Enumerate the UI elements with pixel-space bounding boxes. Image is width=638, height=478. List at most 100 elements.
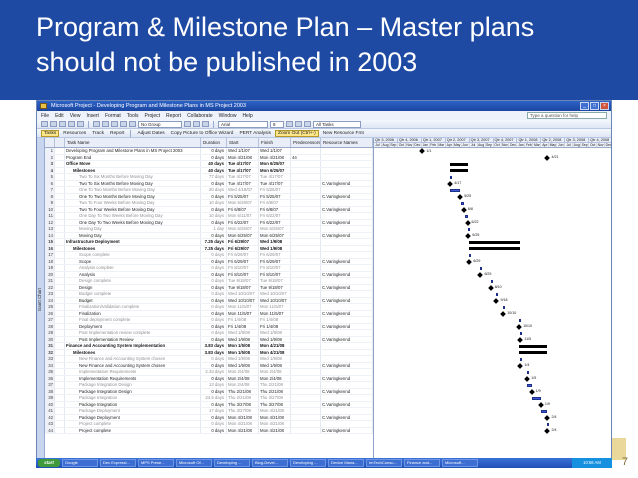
task-start[interactable]: Thu 3/27/08 — [227, 408, 259, 414]
task-name[interactable]: Milestones — [65, 349, 201, 355]
gantt-milestone-marker[interactable] — [544, 154, 551, 161]
task-resources[interactable]: C.Varingkennd — [321, 388, 373, 394]
task-start[interactable]: Mon 2/4/08 — [227, 375, 259, 381]
task-start[interactable]: Thu 2/21/08 — [227, 395, 259, 401]
gantt-task-bar[interactable] — [490, 279, 493, 283]
task-predecessors[interactable] — [291, 388, 321, 394]
taskbar-task-button[interactable]: Microsoft Of... — [176, 459, 212, 467]
task-duration[interactable]: 2.33 days — [201, 369, 227, 375]
task-name[interactable]: Finalization/Validation complete — [65, 304, 201, 310]
task-indicator[interactable] — [55, 408, 65, 414]
task-resources[interactable] — [321, 239, 373, 245]
task-finish[interactable]: Fri 6/8/07 — [259, 200, 291, 206]
task-resources[interactable] — [321, 167, 373, 173]
task-finish[interactable]: Mon 6/25/07 — [259, 167, 291, 173]
task-id[interactable]: 1 — [45, 148, 55, 154]
task-name[interactable]: Final deployment complete — [65, 317, 201, 323]
task-resources[interactable] — [321, 252, 373, 258]
task-name[interactable]: Package Deployment — [65, 408, 201, 414]
task-id[interactable]: 19 — [45, 265, 55, 271]
task-duration[interactable]: 0 days — [201, 317, 227, 323]
task-id[interactable]: 35 — [45, 369, 55, 375]
task-id[interactable]: 26 — [45, 310, 55, 316]
gantt-summary-bar[interactable] — [519, 351, 548, 354]
task-indicator[interactable] — [55, 219, 65, 225]
task-duration[interactable]: 0 days — [201, 362, 227, 368]
task-indicator[interactable] — [55, 343, 65, 349]
menu-project[interactable]: Project — [144, 113, 160, 119]
preview-icon[interactable] — [77, 121, 84, 127]
task-predecessors[interactable] — [291, 382, 321, 388]
task-start[interactable]: Fri 6/29/07 — [227, 258, 259, 264]
task-id[interactable]: 37 — [45, 382, 55, 388]
task-duration[interactable]: 0 days — [201, 154, 227, 160]
task-duration[interactable]: 0 days — [201, 388, 227, 394]
task-duration[interactable]: 0 days — [201, 375, 227, 381]
task-resources[interactable] — [321, 200, 373, 206]
gantt-milestone-marker[interactable] — [487, 284, 494, 291]
task-id[interactable]: 18 — [45, 258, 55, 264]
task-start[interactable]: Thu 3/27/08 — [227, 401, 259, 407]
task-start[interactable]: Mon 1/5/08 — [227, 349, 259, 355]
menu-insert[interactable]: Insert — [86, 113, 99, 119]
task-finish[interactable]: Tue 9/18/07 — [259, 278, 291, 284]
task-id[interactable]: 30 — [45, 336, 55, 342]
task-name[interactable]: Two To Six Months Before Moving Day — [65, 174, 201, 180]
gantt-milestone-marker[interactable] — [493, 297, 500, 304]
task-indicator[interactable] — [55, 317, 65, 323]
task-indicator[interactable] — [55, 252, 65, 258]
task-predecessors[interactable] — [291, 252, 321, 258]
task-start[interactable]: Tue 9/18/07 — [227, 284, 259, 290]
task-resources[interactable] — [321, 278, 373, 284]
task-resources[interactable]: C.Varingkennd — [321, 427, 373, 433]
menu-window[interactable]: Window — [219, 113, 237, 119]
task-indicator[interactable] — [55, 414, 65, 420]
task-resources[interactable] — [321, 356, 373, 362]
task-name[interactable]: Scope complete — [65, 252, 201, 258]
task-predecessors[interactable] — [291, 414, 321, 420]
task-duration[interactable]: 0 days — [201, 330, 227, 336]
gantt-task-bar[interactable] — [519, 318, 522, 322]
italic-icon[interactable] — [295, 121, 302, 127]
link-icon[interactable] — [129, 121, 136, 127]
menu-report[interactable]: Report — [166, 113, 181, 119]
taskbar-task-button[interactable]: Blog-Devel... — [252, 459, 288, 467]
taskbar-task-button[interactable]: Finance and... — [404, 459, 440, 467]
gantt-summary-bar[interactable] — [519, 344, 548, 348]
task-start[interactable]: Tue 4/17/07 — [227, 180, 259, 186]
task-finish[interactable]: Mon 6/25/07 — [259, 232, 291, 238]
task-name[interactable]: Scope — [65, 258, 201, 264]
task-start[interactable]: Fri 1/4/08 — [227, 317, 259, 323]
task-finish[interactable]: Wed 1/9/08 — [259, 336, 291, 342]
task-start[interactable]: Wed 10/10/07 — [227, 291, 259, 297]
gantt-milestone-marker[interactable] — [517, 362, 524, 369]
task-resources[interactable]: C.Varingkennd — [321, 310, 373, 316]
task-id[interactable]: 28 — [45, 323, 55, 329]
gantt-milestone-marker[interactable] — [466, 258, 473, 265]
task-resources[interactable] — [321, 291, 373, 297]
task-duration[interactable]: 0 days — [201, 180, 227, 186]
task-predecessors[interactable] — [291, 349, 321, 355]
task-start[interactable]: Mon 4/21/08 — [227, 414, 259, 420]
goto-task-icon[interactable] — [202, 121, 209, 127]
task-predecessors[interactable] — [291, 239, 321, 245]
task-finish[interactable]: Wed 1/9/08 — [259, 362, 291, 368]
menu-help[interactable]: Help — [242, 113, 252, 119]
task-predecessors[interactable] — [291, 161, 321, 167]
task-start[interactable]: Mon 6/25/07 — [227, 226, 259, 232]
task-start[interactable]: Tue 4/17/07 — [227, 167, 259, 173]
task-start[interactable]: Tue 9/18/07 — [227, 278, 259, 284]
task-name[interactable]: Implementation Requirements — [65, 375, 201, 381]
task-name[interactable]: Budget complete — [65, 291, 201, 297]
task-indicator[interactable] — [55, 193, 65, 199]
task-indicator[interactable] — [55, 323, 65, 329]
menu-file[interactable]: File — [41, 113, 49, 119]
task-name[interactable]: Analysis — [65, 271, 201, 277]
task-start[interactable]: Mon 1/5/08 — [227, 343, 259, 349]
task-start[interactable]: Mon 2/4/08 — [227, 369, 259, 375]
task-predecessors[interactable]: 44 — [291, 154, 321, 160]
gantt-milestone-marker[interactable] — [464, 219, 471, 226]
task-resources[interactable]: C.Varingkennd — [321, 271, 373, 277]
task-id[interactable]: 24 — [45, 297, 55, 303]
task-indicator[interactable] — [55, 245, 65, 251]
